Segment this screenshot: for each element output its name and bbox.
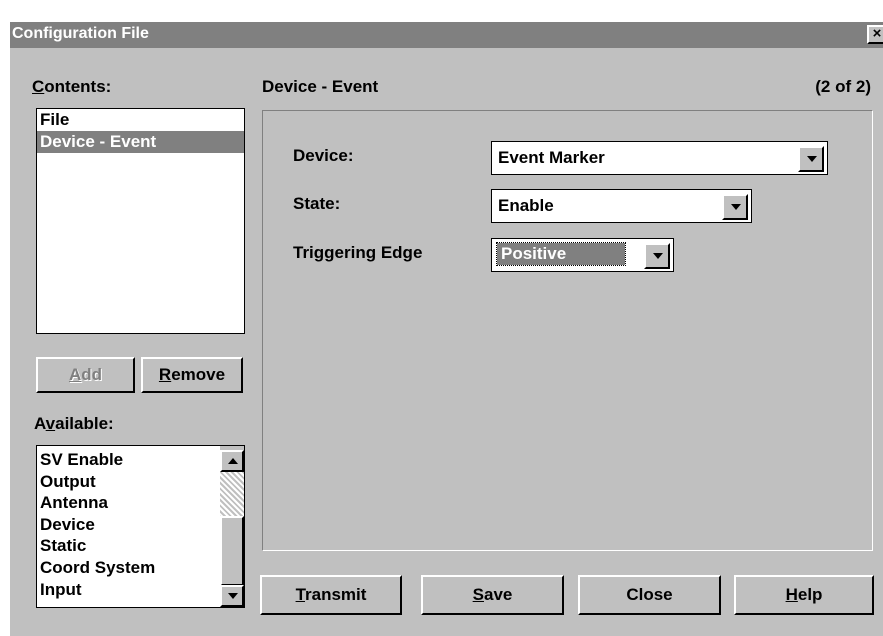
remove-button[interactable]: Remove	[141, 357, 243, 393]
scroll-up-icon[interactable]	[220, 450, 244, 472]
contents-label: Contents:	[32, 77, 112, 96]
triggering-edge-label: Triggering Edge	[293, 243, 423, 262]
available-scrollbar[interactable]	[220, 446, 244, 607]
configuration-file-dialog: Configuration File × Contents: File Devi…	[8, 20, 883, 636]
available-item-coord-system[interactable]: Coord System	[37, 558, 244, 580]
chevron-down-icon[interactable]	[722, 194, 748, 220]
section-title: Device - Event	[262, 77, 379, 96]
close-icon[interactable]: ×	[867, 25, 883, 44]
contents-item-device-event[interactable]: Device - Event	[37, 131, 244, 153]
add-button[interactable]: Add	[36, 357, 135, 393]
available-item-input[interactable]: Input	[37, 580, 244, 602]
transmit-button-label: Transmit	[295, 585, 367, 604]
scroll-thumb[interactable]	[220, 516, 244, 586]
page-indicator: (2 of 2)	[815, 77, 871, 96]
device-dropdown[interactable]: Event Marker	[491, 141, 828, 175]
save-button-label: Save	[472, 585, 513, 604]
scroll-down-icon[interactable]	[220, 585, 244, 607]
contents-list[interactable]: File Device - Event	[36, 108, 245, 334]
state-value: Enable	[498, 196, 554, 215]
contents-item-file[interactable]: File	[37, 109, 244, 131]
window-title: Configuration File	[12, 25, 149, 42]
chevron-down-icon[interactable]	[644, 243, 670, 269]
available-item-sv-enable[interactable]: SV Enable	[37, 450, 244, 472]
triggering-edge-value: Positive	[496, 242, 626, 266]
save-button[interactable]: Save	[421, 575, 564, 615]
available-item-static[interactable]: Static	[37, 536, 244, 558]
device-label: Device:	[293, 146, 354, 165]
help-button-label: Help	[785, 585, 823, 604]
device-value: Event Marker	[498, 148, 605, 167]
transmit-button[interactable]: Transmit	[260, 575, 402, 615]
available-item-device[interactable]: Device	[37, 515, 244, 537]
settings-panel: Device: Event Marker State: Enable Trigg…	[262, 110, 873, 551]
state-label: State:	[293, 194, 341, 213]
chevron-down-icon[interactable]	[798, 146, 824, 172]
help-button[interactable]: Help	[734, 575, 874, 615]
available-list[interactable]: SV Enable Output Antenna Device Static C…	[36, 445, 245, 608]
state-dropdown[interactable]: Enable	[491, 189, 752, 223]
title-bar[interactable]: Configuration File ×	[10, 22, 883, 48]
available-item-output[interactable]: Output	[37, 472, 244, 494]
available-label: Available:	[34, 414, 114, 433]
close-button[interactable]: Close	[578, 575, 721, 615]
add-button-label: Add	[68, 365, 103, 384]
available-item-antenna[interactable]: Antenna	[37, 493, 244, 515]
triggering-edge-dropdown[interactable]: Positive	[491, 238, 674, 272]
remove-button-label: Remove	[158, 365, 226, 384]
